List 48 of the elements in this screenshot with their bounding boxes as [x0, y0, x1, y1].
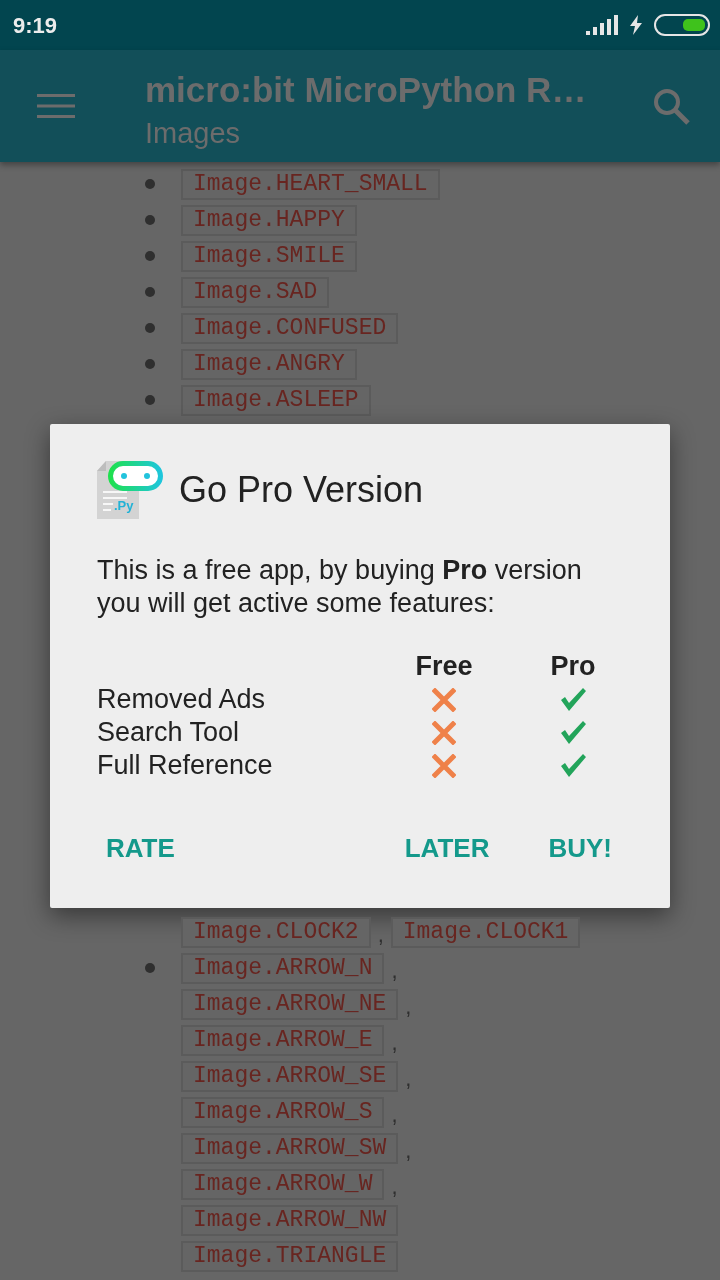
search-icon: [653, 87, 690, 125]
code-snippet: Image.ARROW_W: [181, 1168, 385, 1200]
lightning-bolt-icon: [630, 15, 642, 35]
code-snippet: Image.ANGRY: [181, 348, 357, 380]
comma-text: ,: [377, 922, 384, 947]
code-snippet: Image.ARROW_SW: [181, 1132, 399, 1164]
search-button[interactable]: [653, 87, 690, 125]
comma-text: ,: [405, 1138, 412, 1163]
dialog-message: This is a free app, by buying Pro version you will get active some features:: [97, 554, 583, 620]
code-snippet: Image.ARROW_NE: [181, 988, 399, 1020]
code-snippet: Image.SAD: [181, 276, 330, 308]
code-snippet: Image.CONFUSED: [181, 312, 399, 344]
code-snippet: Image.TRIANGLE: [181, 1240, 399, 1272]
code-snippet: Image.ASLEEP: [181, 384, 371, 416]
menu-button[interactable]: [37, 94, 75, 118]
code-snippet: Image.HEART_SMALL: [181, 168, 440, 200]
code-snippet: Image.HAPPY: [181, 204, 357, 236]
column-header: Pro: [550, 650, 596, 683]
feature-label: Full Reference: [97, 749, 273, 782]
code-snippet: Image.ARROW_SE: [181, 1060, 399, 1092]
battery-icon: [654, 14, 710, 36]
comma-text: ,: [391, 1102, 398, 1127]
code-snippet: Image.ARROW_S: [181, 1096, 385, 1128]
signal-icon: [586, 15, 618, 35]
comma-text: ,: [405, 1066, 412, 1091]
code-snippet: Image.CLOCK2: [181, 916, 371, 948]
menu-icon: [37, 94, 75, 118]
comma-text: ,: [391, 958, 398, 983]
rate-button[interactable]: RATE: [97, 822, 184, 874]
code-snippet: Image.ARROW_N: [181, 952, 385, 984]
code-snippet: Image.SMILE: [181, 240, 357, 272]
app-title: micro:bit MicroPython R…: [145, 69, 587, 111]
comma-text: ,: [391, 1174, 398, 1199]
column-header: Free: [415, 650, 473, 683]
feature-label: Search Tool: [97, 716, 240, 749]
logo-text: .Py: [114, 499, 134, 513]
app-logo-icon: [97, 461, 163, 519]
comma-text: ,: [405, 994, 412, 1019]
status-time: 9:19: [13, 11, 58, 40]
feature-label: Removed Ads: [97, 683, 266, 716]
code-snippet: Image.CLOCK1: [390, 916, 581, 948]
buy-button[interactable]: BUY!: [540, 822, 620, 874]
app-subtitle: Images: [145, 116, 242, 151]
dialog-title: Go Pro Version: [179, 469, 424, 511]
later-button[interactable]: LATER: [396, 822, 498, 874]
comma-text: ,: [391, 1030, 398, 1055]
code-snippet: Image.ARROW_E: [181, 1024, 385, 1056]
code-snippet: Image.ARROW_NW: [181, 1204, 399, 1236]
